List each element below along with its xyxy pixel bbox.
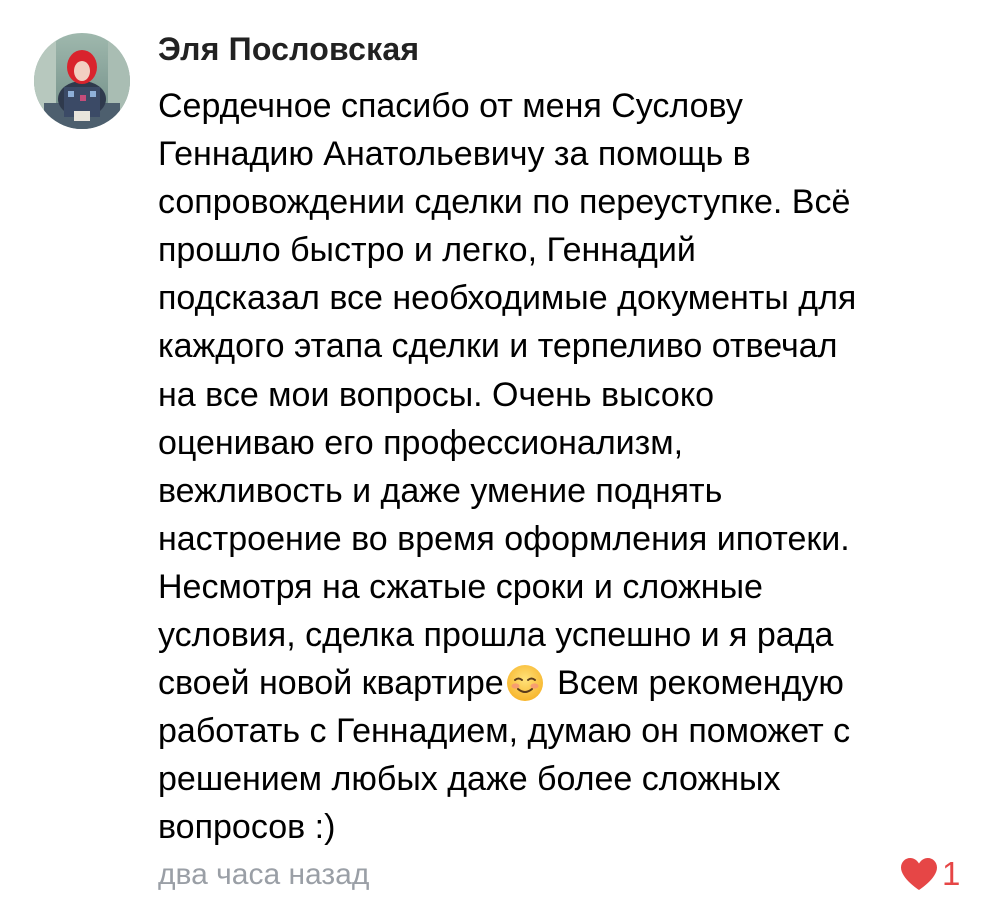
comment-text: Сердечное спасибо от меня Суслову Геннад…: [158, 82, 980, 852]
author-name[interactable]: Эля Пословская: [158, 29, 419, 69]
avatar[interactable]: [34, 33, 130, 129]
comment-text-line: работать с Геннадием, думаю он поможет с: [158, 712, 851, 751]
like-button[interactable]: 1: [899, 854, 960, 894]
comment-item: Эля Пословская Сердечное спасибо от меня…: [0, 0, 1000, 911]
comment-text-line: условия, сделка прошла успешно и я рада: [158, 616, 834, 655]
comment-text-fragment: своей новой квартире: [158, 664, 504, 703]
comment-text-line: настроение во время оформления ипотеки.: [158, 519, 850, 558]
smiling-face-emoji-icon: [506, 664, 544, 702]
comment-text-line: решением любых даже более сложных: [158, 760, 781, 799]
comment-text-line: Геннадию Анатольевичу за помощь в: [158, 135, 751, 174]
heart-icon: [901, 858, 937, 890]
comment-text-line: вежливость и даже умение поднять: [158, 471, 723, 510]
comment-text-line: сопровождении сделки по переуступке. Всё: [158, 183, 851, 222]
like-count: 1: [942, 855, 961, 892]
comment-text-line-emoji: своей новой квартире Всем рекомендую: [158, 659, 980, 707]
comment-text-line: Сердечное спасибо от меня Суслову: [158, 87, 743, 125]
comment-text-line: Несмотря на сжатые сроки и сложные: [158, 567, 763, 606]
avatar-image: [34, 33, 130, 129]
comment-text-line: каждого этапа сделки и терпеливо отвечал: [158, 327, 838, 366]
comment-text-line: вопросов :): [158, 808, 336, 847]
comment-text-line: оцениваю его профессионализм,: [158, 423, 684, 462]
comment-timestamp[interactable]: два часа назад: [158, 856, 369, 894]
comment-text-line: подсказал все необходимые документы для: [158, 279, 857, 318]
comment-text-line: на все мои вопросы. Очень высоко: [158, 375, 715, 414]
comment-text-fragment: Всем рекомендую: [557, 664, 844, 703]
comment-text-line: прошло быстро и легко, Геннадий: [158, 231, 696, 270]
